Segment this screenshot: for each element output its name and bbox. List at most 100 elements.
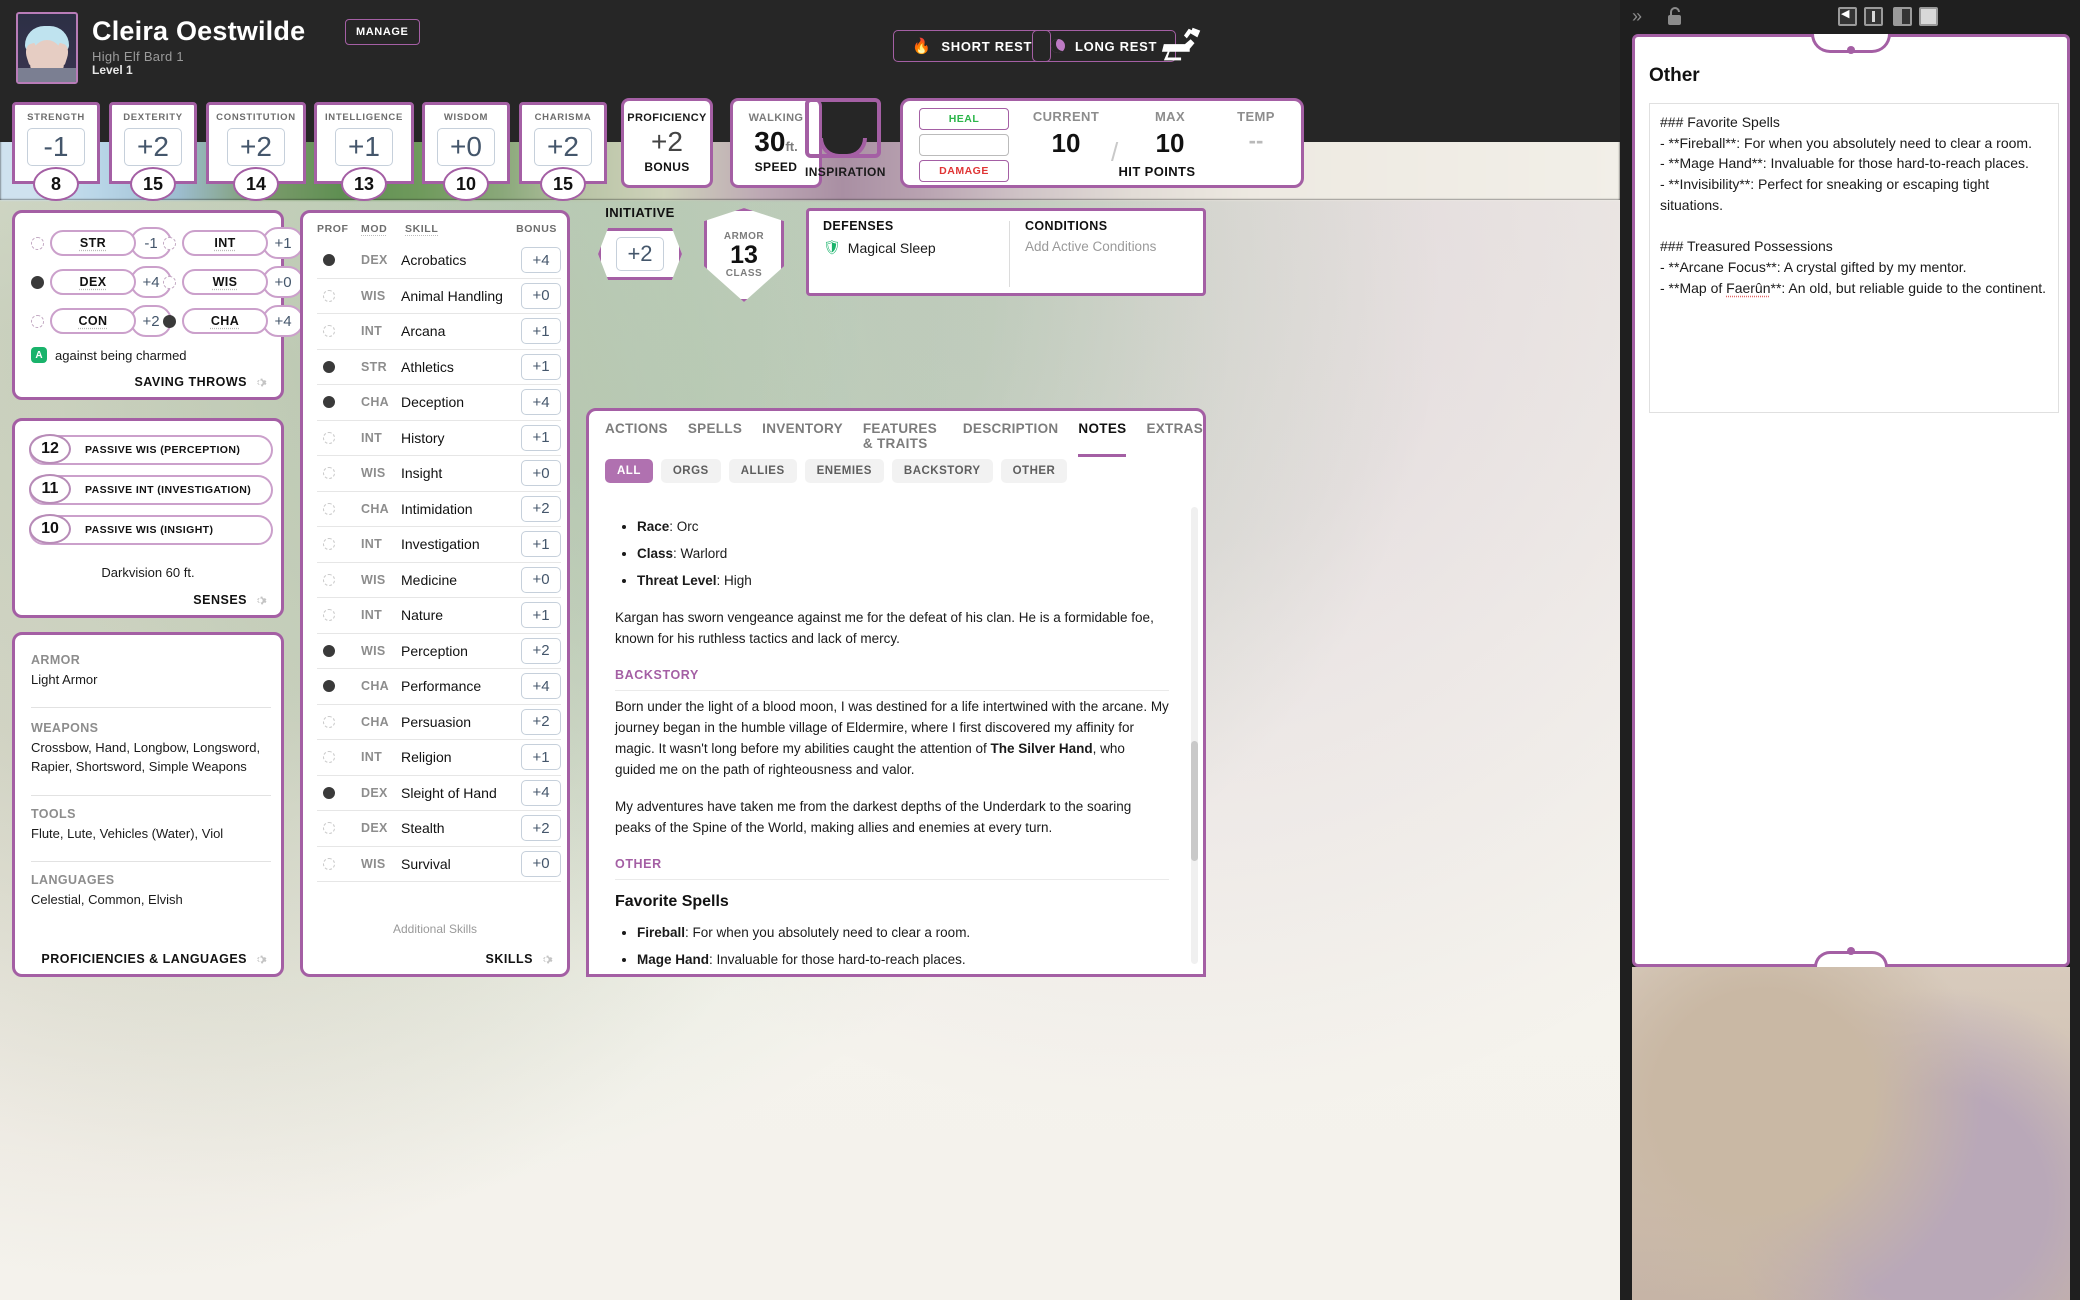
gear-icon[interactable] [254, 376, 267, 389]
unlock-icon[interactable] [1666, 6, 1684, 26]
notes-filter-enemies[interactable]: ENEMIES [804, 459, 884, 483]
layout-option-2-icon[interactable] [1864, 7, 1883, 26]
proficiency-dot[interactable] [317, 289, 361, 302]
tab-features-traits[interactable]: FEATURES & TRAITS [863, 421, 943, 457]
proficiency-dot[interactable] [317, 680, 361, 693]
skill-name: Performance [401, 678, 482, 695]
long-rest-button[interactable]: LONG REST [1032, 30, 1177, 62]
proficiency-dot[interactable] [317, 573, 361, 586]
proficiency-dot[interactable] [317, 715, 361, 728]
inspiration-toggle[interactable] [805, 98, 881, 158]
avatar[interactable] [16, 12, 78, 84]
proficiency-dot[interactable] [317, 254, 361, 267]
hp-temp[interactable]: TEMP -- [1213, 109, 1299, 154]
notes-scrollbar-track[interactable] [1191, 507, 1198, 964]
proficiency-dot[interactable] [31, 314, 44, 328]
layout-option-3-icon[interactable] [1893, 7, 1912, 26]
save-row-int[interactable]: INT +1 [163, 227, 304, 259]
skill-row[interactable]: CHA Intimidation +2 [317, 492, 561, 527]
skill-row[interactable]: INT Arcana +1 [317, 314, 561, 350]
hp-amount-input[interactable] [919, 134, 1009, 156]
skill-row[interactable]: CHA Performance +4 [317, 669, 561, 705]
save-row-con[interactable]: CON +2 [31, 305, 172, 337]
ability-dexterity[interactable]: DEXTERITY +2 15 [109, 102, 197, 201]
ability-wisdom[interactable]: WISDOM +0 10 [422, 102, 510, 201]
ability-intelligence[interactable]: INTELLIGENCE +1 13 [314, 102, 414, 201]
skill-row[interactable]: DEX Stealth +2 [317, 811, 561, 847]
gear-icon[interactable] [254, 594, 267, 607]
proficiency-dot[interactable] [317, 325, 361, 338]
tab-extras[interactable]: EXTRAS [1146, 421, 1203, 457]
proficiency-dot[interactable] [317, 431, 361, 444]
skill-row[interactable]: INT Investigation +1 [317, 527, 561, 563]
skill-row[interactable]: DEX Acrobatics +4 [317, 243, 561, 279]
skill-row[interactable]: INT Nature +1 [317, 598, 561, 634]
proficiency-dot[interactable] [317, 396, 361, 409]
add-conditions-button[interactable]: Add Active Conditions [1025, 239, 1156, 254]
proficiency-dot[interactable] [317, 538, 361, 551]
skill-row[interactable]: INT Religion +1 [317, 740, 561, 776]
collapse-sidebar-icon[interactable]: » [1632, 6, 1642, 27]
passive-investigation-row[interactable]: 11 PASSIVE INT (INVESTIGATION) [29, 474, 273, 505]
gear-icon[interactable] [540, 953, 553, 966]
short-rest-button[interactable]: 🔥 SHORT REST [893, 30, 1052, 62]
proficiency-bonus-card[interactable]: PROFICIENCY +2 BONUS [621, 98, 713, 188]
proficiency-dot[interactable] [31, 236, 44, 250]
tab-inventory[interactable]: INVENTORY [762, 421, 843, 457]
defense-item[interactable]: 🛡 Magical Sleep [823, 239, 936, 256]
layout-option-4-icon[interactable] [1919, 7, 1938, 26]
save-row-cha[interactable]: CHA +4 [163, 305, 304, 337]
skill-row[interactable]: WIS Insight +0 [317, 456, 561, 492]
layout-option-1-icon[interactable] [1838, 7, 1857, 26]
proficiency-dot[interactable] [317, 609, 361, 622]
skill-row[interactable]: CHA Persuasion +2 [317, 705, 561, 740]
proficiency-dot[interactable] [317, 822, 361, 835]
proficiency-dot[interactable] [317, 786, 361, 799]
skill-row[interactable]: INT History +1 [317, 421, 561, 456]
hp-max[interactable]: MAX 10 [1125, 109, 1215, 159]
heal-button[interactable]: HEAL [919, 108, 1009, 130]
proficiency-dot[interactable] [317, 751, 361, 764]
save-row-dex[interactable]: DEX +4 [31, 266, 172, 298]
skill-row[interactable]: WIS Medicine +0 [317, 563, 561, 598]
notes-filter-allies[interactable]: ALLIES [728, 459, 797, 483]
proficiency-dot[interactable] [317, 857, 361, 870]
skill-row[interactable]: WIS Survival +0 [317, 847, 561, 882]
notes-scrollbar-thumb[interactable] [1191, 741, 1198, 861]
manage-button[interactable]: MANAGE [345, 19, 420, 45]
skill-row[interactable]: STR Athletics +1 [317, 350, 561, 385]
notes-filter-orgs[interactable]: ORGS [660, 459, 721, 483]
notes-filter-all[interactable]: ALL [605, 459, 653, 483]
proficiency-dot[interactable] [317, 360, 361, 373]
proficiency-dot[interactable] [317, 502, 361, 515]
notes-filter-other[interactable]: OTHER [1000, 459, 1068, 483]
ability-charisma[interactable]: CHARISMA +2 15 [519, 102, 607, 201]
ability-constitution[interactable]: CONSTITUTION +2 14 [206, 102, 306, 201]
tab-description[interactable]: DESCRIPTION [963, 421, 1059, 457]
hp-current[interactable]: CURRENT 10 [1021, 109, 1111, 159]
gear-icon[interactable] [254, 953, 267, 966]
skill-row[interactable]: WIS Animal Handling +0 [317, 279, 561, 314]
ability-strength[interactable]: STRENGTH -1 8 [12, 102, 100, 201]
skill-bonus: +1 [521, 353, 561, 380]
notes-filter-backstory[interactable]: BACKSTORY [891, 459, 993, 483]
proficiency-dot[interactable] [31, 275, 44, 289]
proficiency-dot[interactable] [317, 644, 361, 657]
save-row-wis[interactable]: WIS +0 [163, 266, 304, 298]
proficiency-dot[interactable] [163, 236, 176, 250]
save-row-str[interactable]: STR -1 [31, 227, 172, 259]
initiative-card[interactable]: +2 [598, 228, 682, 280]
proficiency-dot[interactable] [317, 467, 361, 480]
notes-markdown-textarea[interactable]: ### Favorite Spells - **Fireball**: For … [1649, 103, 2059, 413]
anvil-icon[interactable] [1160, 26, 1206, 66]
proficiency-dot[interactable] [163, 275, 176, 289]
passive-perception-row[interactable]: 12 PASSIVE WIS (PERCEPTION) [29, 434, 273, 465]
proficiency-dot[interactable] [163, 314, 176, 328]
skill-row[interactable]: DEX Sleight of Hand +4 [317, 776, 561, 811]
passive-insight-row[interactable]: 10 PASSIVE WIS (INSIGHT) [29, 514, 273, 545]
tab-notes[interactable]: NOTES [1078, 421, 1127, 457]
tab-actions[interactable]: ACTIONS [605, 421, 668, 457]
skill-row[interactable]: CHA Deception +4 [317, 385, 561, 421]
tab-spells[interactable]: SPELLS [688, 421, 742, 457]
skill-row[interactable]: WIS Perception +2 [317, 634, 561, 669]
